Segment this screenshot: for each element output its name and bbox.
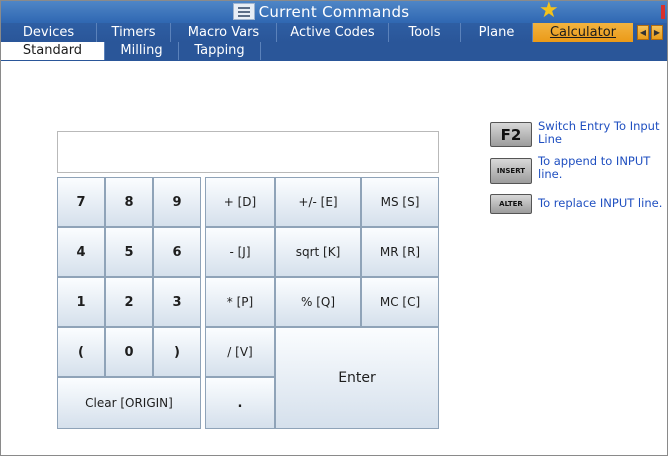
key-memory-recall[interactable]: MR [R] — [361, 227, 439, 277]
tab-milling[interactable]: Milling — [105, 42, 179, 60]
tab-active-codes[interactable]: Active Codes — [277, 23, 389, 42]
tab-tapping[interactable]: Tapping — [179, 42, 261, 60]
key-2[interactable]: 2 — [105, 277, 153, 327]
key-3[interactable]: 3 — [153, 277, 201, 327]
secondary-tab-bar: Standard Milling Tapping — [1, 42, 667, 60]
insert-key-icon: INSERT — [490, 158, 532, 184]
key-subtract[interactable]: - [J] — [205, 227, 275, 277]
favorite-star-icon[interactable]: ★ — [539, 0, 559, 23]
insert-key-description: To append to INPUT line. — [538, 154, 651, 181]
f2-key-description: Switch Entry To Input Line — [538, 119, 660, 146]
tab-divider — [1, 60, 667, 61]
tab-calculator[interactable]: Calculator — [533, 23, 633, 42]
key-6[interactable]: 6 — [153, 227, 201, 277]
key-add[interactable]: + [D] — [205, 177, 275, 227]
key-9[interactable]: 9 — [153, 177, 201, 227]
window-title: Current Commands — [258, 3, 410, 21]
key-percent[interactable]: % [Q] — [275, 277, 361, 327]
key-memory-store[interactable]: MS [S] — [361, 177, 439, 227]
tab-scroll-right-icon[interactable]: ▶ — [651, 25, 663, 40]
key-decimal[interactable]: . — [205, 377, 275, 429]
tab-devices[interactable]: Devices — [1, 23, 97, 42]
alert-indicator — [661, 5, 665, 19]
tab-tools[interactable]: Tools — [389, 23, 461, 42]
alter-key-icon: ALTER — [490, 194, 532, 214]
key-open-paren[interactable]: ( — [57, 327, 105, 377]
menu-icon[interactable] — [233, 3, 255, 20]
key-plus-minus[interactable]: +/- [E] — [275, 177, 361, 227]
calculator-window: Current Commands ★ Devices Timers Macro … — [0, 0, 668, 456]
title-bar: Current Commands ★ — [1, 0, 667, 23]
calculator-display — [57, 131, 439, 173]
key-0[interactable]: 0 — [105, 327, 153, 377]
tab-timers[interactable]: Timers — [97, 23, 171, 42]
tab-macro-vars[interactable]: Macro Vars — [171, 23, 277, 42]
key-1[interactable]: 1 — [57, 277, 105, 327]
tab-standard[interactable]: Standard — [1, 42, 105, 60]
key-8[interactable]: 8 — [105, 177, 153, 227]
key-4[interactable]: 4 — [57, 227, 105, 277]
tab-plane[interactable]: Plane — [461, 23, 533, 42]
enter-button[interactable]: Enter — [275, 327, 439, 429]
clear-button[interactable]: Clear [ORIGIN] — [57, 377, 201, 429]
tab-scroll-left-icon[interactable]: ◀ — [637, 25, 649, 40]
f2-key-icon: F2 — [490, 122, 532, 147]
alter-key-description: To replace INPUT line. — [538, 196, 663, 210]
key-memory-clear[interactable]: MC [C] — [361, 277, 439, 327]
key-5[interactable]: 5 — [105, 227, 153, 277]
key-square-root[interactable]: sqrt [K] — [275, 227, 361, 277]
key-multiply[interactable]: * [P] — [205, 277, 275, 327]
key-divide[interactable]: / [V] — [205, 327, 275, 377]
primary-tab-bar: Devices Timers Macro Vars Active Codes T… — [1, 23, 667, 42]
key-7[interactable]: 7 — [57, 177, 105, 227]
key-close-paren[interactable]: ) — [153, 327, 201, 377]
